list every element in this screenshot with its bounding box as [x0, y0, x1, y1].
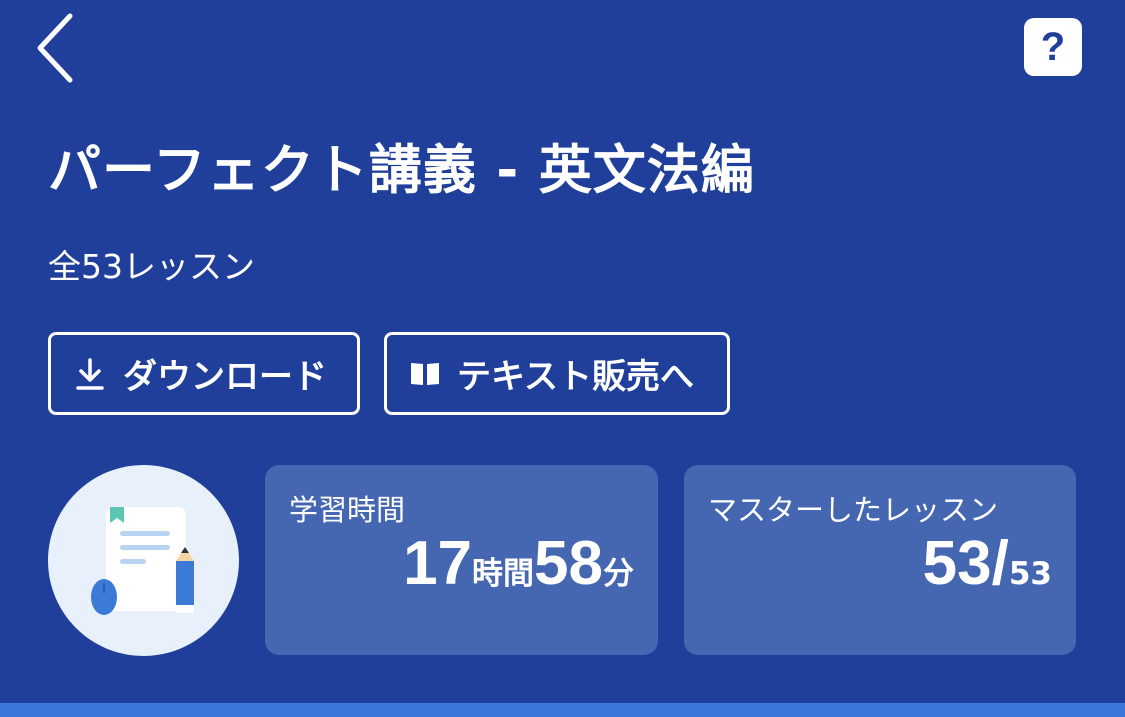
page-title: パーフェクト講義 - 英文法編 [48, 140, 755, 201]
mastered-lessons-value: 53/53 [923, 533, 1052, 595]
study-time-label: 学習時間 [289, 493, 406, 527]
study-minutes: 58 [534, 529, 603, 598]
mastered-lessons-label: マスターしたレッスン [708, 493, 999, 527]
help-icon: ? [1040, 25, 1066, 69]
study-time-card: 学習時間 17時間58分 [265, 465, 658, 655]
text-sales-label: テキスト販売へ [457, 357, 694, 397]
study-minutes-unit: 分 [603, 556, 634, 592]
text-sales-button[interactable]: テキスト販売へ [384, 332, 730, 415]
study-hours: 17 [403, 529, 473, 598]
chevron-left-icon [37, 13, 73, 83]
mastered-count: 53/ [922, 529, 1009, 598]
download-icon [76, 357, 104, 390]
book-icon [411, 362, 439, 385]
study-hours-unit: 時間 [472, 556, 535, 592]
download-label: ダウンロード [123, 357, 327, 397]
course-illustration [48, 465, 239, 656]
study-notes-icon [91, 507, 194, 615]
tab-bar-edge [0, 703, 1125, 717]
help-button[interactable]: ? [1024, 18, 1082, 76]
lesson-count: 全53レッスン [48, 247, 255, 286]
mastered-lessons-card: マスターしたレッスン 53/53 [684, 465, 1076, 655]
download-button[interactable]: ダウンロード [48, 332, 360, 415]
mastered-total: 53 [1008, 556, 1052, 592]
study-time-value: 17時間58分 [403, 533, 634, 595]
back-button[interactable] [30, 10, 86, 86]
